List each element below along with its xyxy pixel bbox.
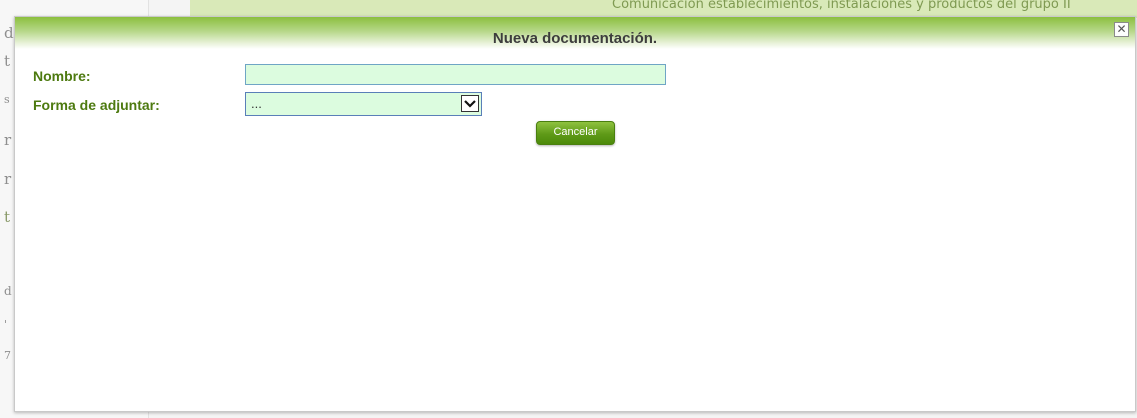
background-text-fragment: r bbox=[4, 131, 12, 149]
background-text-fragment: s bbox=[4, 93, 10, 106]
cancel-button[interactable]: Cancelar bbox=[536, 121, 615, 145]
background-text-fragment: t bbox=[4, 52, 11, 70]
close-icon[interactable]: ✕ bbox=[1114, 22, 1129, 37]
chevron-down-icon[interactable] bbox=[461, 95, 479, 112]
background-text-fragment: t bbox=[4, 208, 11, 226]
nueva-documentacion-dialog: Nueva documentación. ✕ Nombre: Forma de … bbox=[14, 16, 1136, 412]
dialog-titlebar[interactable]: Nueva documentación. ✕ bbox=[15, 17, 1135, 49]
forma-adjuntar-label: Forma de adjuntar: bbox=[33, 97, 160, 113]
forma-adjuntar-select[interactable]: ... bbox=[245, 92, 482, 116]
forma-adjuntar-selected-value: ... bbox=[251, 96, 262, 111]
nombre-input[interactable] bbox=[245, 64, 666, 85]
background-text-fragment: ' bbox=[4, 318, 8, 331]
background-text-fragment: 7 bbox=[4, 349, 11, 362]
background-text-fragment: r bbox=[4, 170, 12, 188]
background-banner-text: Comunicación establecimientos, instalaci… bbox=[612, 0, 1071, 12]
nombre-label: Nombre: bbox=[33, 68, 91, 84]
dialog-title: Nueva documentación. bbox=[492, 30, 658, 47]
background-text-fragment: d bbox=[4, 24, 14, 42]
background-text-fragment: d bbox=[4, 284, 12, 298]
